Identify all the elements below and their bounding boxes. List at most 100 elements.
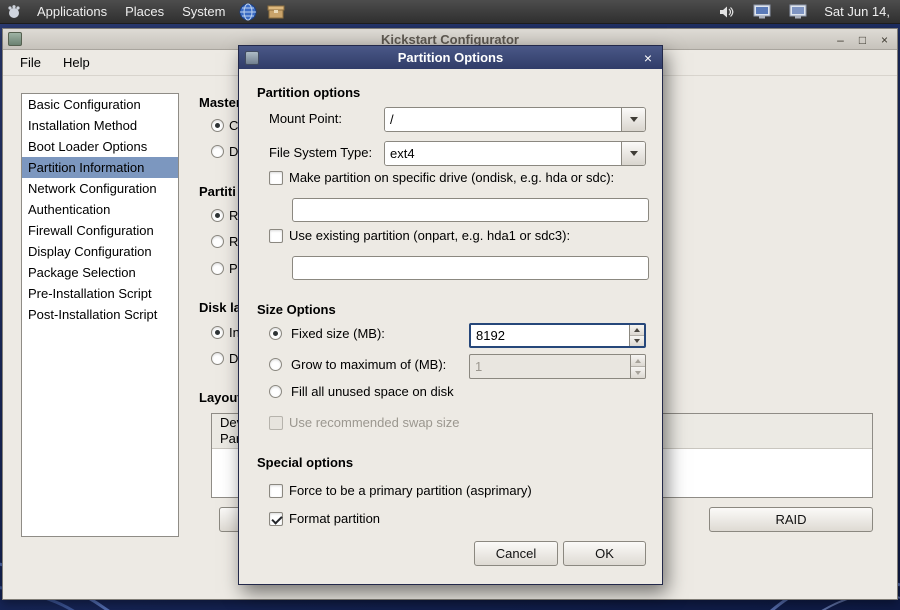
sidebar-item-pre-installation-script[interactable]: Pre-Installation Script — [22, 283, 178, 304]
spin-down-button — [631, 367, 645, 378]
chevron-down-icon — [630, 151, 638, 156]
fill-unused-label: Fill all unused space on disk — [291, 384, 454, 399]
master-radio-2-label: D — [229, 144, 238, 159]
mount-point-combo[interactable] — [384, 107, 646, 132]
dialog-body: Partition options Mount Point: File Syst… — [239, 69, 662, 584]
sidebar-item-display-configuration[interactable]: Display Configuration — [22, 241, 178, 262]
category-list: Basic Configuration Installation Method … — [21, 93, 179, 537]
distro-menu-icon[interactable] — [4, 2, 24, 22]
fs-type-value[interactable] — [385, 142, 621, 165]
spin-up-button — [631, 355, 645, 367]
sidebar-item-boot-loader-options[interactable]: Boot Loader Options — [22, 136, 178, 157]
volume-icon[interactable] — [716, 2, 736, 22]
system-menu-label: System — [182, 4, 225, 19]
web-browser-launcher-icon[interactable] — [238, 2, 258, 22]
places-menu-label: Places — [125, 4, 164, 19]
grow-max-radio[interactable] — [269, 358, 282, 371]
format-partition-checkbox[interactable] — [269, 512, 283, 526]
gnome-panel: Applications Places System Sat Jun 14, — [0, 0, 900, 24]
disk-radio-2-label: D — [229, 351, 238, 366]
partitions-radio-1[interactable] — [211, 209, 224, 222]
grow-max-value — [470, 355, 630, 378]
ondisk-entry[interactable] — [292, 198, 649, 222]
onpart-checkbox[interactable] — [269, 229, 283, 243]
grow-max-label: Grow to maximum of (MB): — [291, 357, 446, 372]
grow-max-spinbox — [469, 354, 646, 379]
panel-clock[interactable]: Sat Jun 14, — [820, 4, 894, 19]
help-menu[interactable]: Help — [54, 52, 99, 73]
format-partition-label: Format partition — [289, 511, 380, 526]
fixed-size-spinbox[interactable] — [469, 323, 646, 348]
partitions-radio-3[interactable] — [211, 262, 224, 275]
partitions-radio-2[interactable] — [211, 235, 224, 248]
chevron-down-icon — [630, 117, 638, 122]
mount-point-dropdown-button[interactable] — [621, 108, 645, 131]
partition-options-dialog: Partition Options × Partition options Mo… — [238, 45, 663, 585]
swap-size-checkbox — [269, 416, 283, 430]
dialog-titlebar[interactable]: Partition Options × — [239, 46, 662, 69]
partitions-radio-1-label: R — [229, 208, 238, 223]
ok-button[interactable]: OK — [563, 541, 646, 566]
mount-point-value[interactable] — [385, 108, 621, 131]
arrow-up-icon — [634, 328, 640, 332]
sidebar-item-authentication[interactable]: Authentication — [22, 199, 178, 220]
sidebar-item-partition-information[interactable]: Partition Information — [22, 157, 178, 178]
package-tool-launcher-icon[interactable] — [266, 2, 286, 22]
fs-type-combo[interactable] — [384, 141, 646, 166]
maximize-icon[interactable]: □ — [855, 32, 870, 47]
arrow-up-icon — [635, 359, 641, 363]
system-menu[interactable]: System — [173, 0, 234, 23]
spin-up-button[interactable] — [630, 325, 644, 336]
applications-menu-label: Applications — [37, 4, 107, 19]
fixed-size-value[interactable] — [471, 325, 629, 346]
computer-status-icon[interactable] — [788, 2, 808, 22]
primary-partition-checkbox[interactable] — [269, 484, 283, 498]
partitions-radio-2-label: R — [229, 234, 238, 249]
master-radio-1-label: C — [229, 118, 238, 133]
mount-point-label: Mount Point: — [269, 111, 342, 126]
minimize-icon[interactable]: – — [833, 32, 848, 47]
master-radio-1[interactable] — [211, 119, 224, 132]
fill-unused-radio[interactable] — [269, 385, 282, 398]
onpart-label: Use existing partition (onpart, e.g. hda… — [289, 228, 570, 243]
arrow-down-icon — [635, 371, 641, 375]
primary-partition-label: Force to be a primary partition (asprima… — [289, 483, 532, 498]
close-icon[interactable]: × — [877, 32, 892, 47]
sidebar-item-firewall-configuration[interactable]: Firewall Configuration — [22, 220, 178, 241]
desktop: Applications Places System Sat Jun 14, — [0, 0, 900, 610]
spin-down-button[interactable] — [630, 336, 644, 346]
fixed-size-radio[interactable] — [269, 327, 282, 340]
dialog-close-icon[interactable]: × — [640, 46, 656, 69]
ondisk-label: Make partition on specific drive (ondisk… — [289, 170, 614, 185]
swap-size-label: Use recommended swap size — [289, 415, 460, 430]
size-options-heading: Size Options — [257, 302, 336, 317]
sidebar-item-installation-method[interactable]: Installation Method — [22, 115, 178, 136]
cancel-button[interactable]: Cancel — [474, 541, 558, 566]
partitions-radio-3-label: P — [229, 261, 238, 276]
partitions-heading: Partiti — [199, 184, 236, 199]
partition-options-heading: Partition options — [257, 85, 360, 100]
sidebar-item-basic-configuration[interactable]: Basic Configuration — [22, 94, 178, 115]
onpart-entry[interactable] — [292, 256, 649, 280]
disk-radio-1[interactable] — [211, 326, 224, 339]
places-menu[interactable]: Places — [116, 0, 173, 23]
master-radio-2[interactable] — [211, 145, 224, 158]
fs-type-dropdown-button[interactable] — [621, 142, 645, 165]
dialog-icon — [245, 51, 259, 65]
disk-radio-2[interactable] — [211, 352, 224, 365]
sidebar-item-package-selection[interactable]: Package Selection — [22, 262, 178, 283]
dialog-title: Partition Options — [239, 50, 662, 65]
fixed-size-label: Fixed size (MB): — [291, 326, 385, 341]
file-menu[interactable]: File — [11, 52, 50, 73]
fs-type-label: File System Type: — [269, 145, 372, 160]
layout-heading: Layout — [199, 390, 242, 405]
raid-button[interactable]: RAID — [709, 507, 873, 532]
special-options-heading: Special options — [257, 455, 353, 470]
display-notification-icon[interactable] — [752, 2, 772, 22]
applications-menu[interactable]: Applications — [28, 0, 116, 23]
master-boot-record-heading: Master — [199, 95, 241, 110]
sidebar-item-network-configuration[interactable]: Network Configuration — [22, 178, 178, 199]
arrow-down-icon — [634, 339, 640, 343]
ondisk-checkbox[interactable] — [269, 171, 283, 185]
sidebar-item-post-installation-script[interactable]: Post-Installation Script — [22, 304, 178, 325]
